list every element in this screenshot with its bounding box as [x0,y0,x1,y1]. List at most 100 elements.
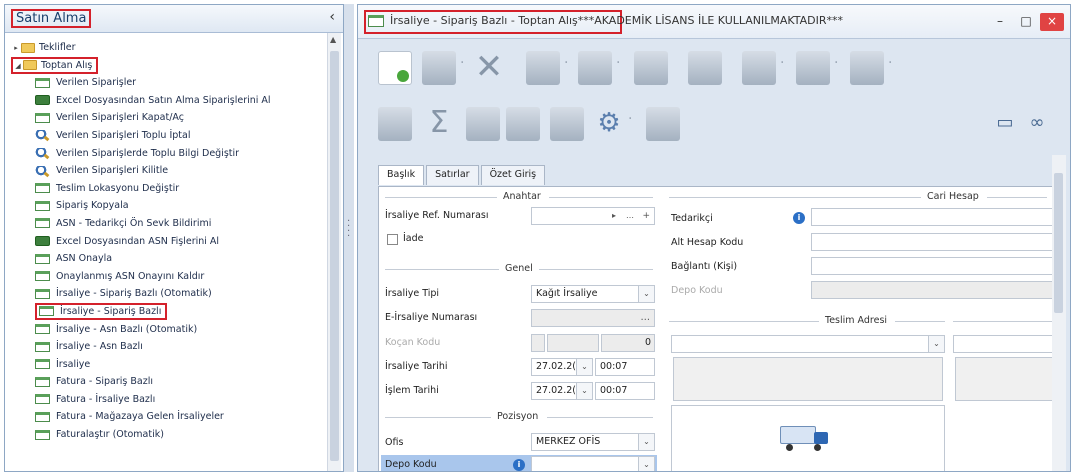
irsaliye-tarihi-date[interactable]: 27.02.2(⌄ [531,358,593,376]
collapse-panel-icon[interactable]: ‹ [329,9,335,25]
save-icon[interactable] [422,51,456,85]
islem-tarihi-time[interactable]: 00:07 [595,382,655,400]
tree-item[interactable]: İrsaliye [35,356,327,374]
panel-splitter[interactable]: · · · · [344,4,354,472]
kocan-seri-input[interactable] [531,334,545,352]
delete-icon[interactable]: ✕ [472,50,506,85]
tree-item-label: İrsaliye - Sipariş Bazlı [60,305,162,317]
tree-item[interactable]: İrsaliye - Sipariş Bazlı (Otomatik) [35,285,327,303]
tree-item[interactable]: Onaylanmış ASN Onayını Kaldır [35,268,327,286]
irsaliye-tarihi-time[interactable]: 00:07 [595,358,655,376]
grid-icon[interactable] [378,107,412,141]
dropdown-arrow-icon[interactable]: · [628,111,632,127]
settings-gear-icon[interactable]: ⚙ [592,107,626,141]
depo-kodu-right-input[interactable] [811,281,1057,299]
export-icon[interactable] [578,51,612,85]
dropdown-arrow-icon[interactable]: · [616,55,620,71]
islem-tarihi-date[interactable]: 27.02.2(⌄ [531,382,593,400]
tree-item[interactable]: Fatura - İrsaliye Bazlı [35,391,327,409]
dropdown-arrow-icon[interactable]: · [460,55,464,71]
second-address-select[interactable] [953,335,1057,353]
tree-node-toptan-alis[interactable]: ◢ Toptan Alış [11,56,327,75]
minimize-button[interactable]: – [988,13,1012,31]
e-irsaliye-input[interactable]: … [531,309,655,327]
close-button[interactable]: × [1040,13,1064,31]
info-icon[interactable]: i [793,212,805,224]
tree-item[interactable]: Verilen Siparişleri Kilitle [35,162,327,180]
dropdown-arrow-icon[interactable]: · [564,55,568,71]
iade-checkbox[interactable] [387,234,398,245]
panel-scrollbar[interactable]: ▲ [327,33,341,471]
tree-item[interactable]: Fatura - Sipariş Bazlı [35,373,327,391]
tedarikci-input[interactable] [811,208,1057,226]
calendar-dropdown-icon[interactable]: ⌄ [576,359,592,375]
tree-item[interactable]: Faturalaştır (Otomatik) [35,426,327,444]
second-address-text[interactable] [955,357,1057,401]
add-icon[interactable]: + [642,208,650,224]
alt-hesap-input[interactable] [811,233,1057,251]
report3-icon[interactable] [850,51,884,85]
tree-item[interactable]: Verilen Siparişleri Toplu İptal [35,127,327,145]
tree-item[interactable]: İrsaliye - Sipariş Bazlı [35,302,327,321]
info-icon[interactable]: i [513,459,525,471]
scrollbar-thumb[interactable] [1054,173,1063,313]
archive-icon[interactable] [506,107,540,141]
lookup-icon[interactable]: … [641,310,651,326]
teslim-adresi-text[interactable] [673,357,943,401]
dropdown-arrow-icon[interactable]: · [834,55,838,71]
teslim-adresi-select[interactable]: ⌄ [671,335,945,353]
print-icon[interactable] [526,51,560,85]
binoculars-icon[interactable]: ∞ [1020,107,1054,141]
ofis-select[interactable]: MERKEZ OFİS ⌄ [531,433,655,451]
kocan-no-input[interactable]: 0 [601,334,655,352]
scroll-up-icon[interactable]: ▲ [330,35,336,44]
home-icon[interactable] [466,107,500,141]
form-scrollbar[interactable] [1052,155,1066,471]
report-icon[interactable] [742,51,776,85]
dropdown-arrow-icon[interactable]: · [888,55,892,71]
pages-icon[interactable] [550,107,584,141]
calendar-dropdown-icon[interactable]: ⌄ [576,383,592,399]
panel-header: Satın Alma ‹ [5,5,343,33]
tree-item[interactable]: Verilen Siparişleri Kapat/Aç [35,109,327,127]
tree-item[interactable]: Verilen Siparişlerde Toplu Bilgi Değişti… [35,145,327,163]
lookup-icon[interactable]: … [626,208,634,224]
collapse-icon[interactable]: ◢ [13,59,23,73]
layout-icon[interactable]: ▭ [988,107,1022,141]
next-icon[interactable]: ▸ [612,208,616,224]
tree-item[interactable]: ASN - Tedarikçi Ön Sevk Bildirimi [35,215,327,233]
dropdown-arrow-icon[interactable]: ⌄ [928,336,944,352]
dropdown-arrow-icon[interactable]: ⌄ [638,434,654,450]
dropdown-arrow-icon[interactable]: · [780,55,784,71]
dropdown-arrow-icon[interactable]: ⌄ [638,286,654,302]
baglanti-input[interactable] [811,257,1057,275]
tree-item[interactable]: İrsaliye - Asn Bazlı [35,338,327,356]
report2-icon[interactable] [796,51,830,85]
kocan-kodu-input[interactable] [547,334,599,352]
tree-item[interactable]: Teslim Lokasyonu Değiştir [35,180,327,198]
refresh-icon[interactable] [646,107,680,141]
tree-item[interactable]: İrsaliye - Asn Bazlı (Otomatik) [35,321,327,339]
expand-icon[interactable]: ▸ [11,40,21,58]
tree-item[interactable]: Excel Dosyasından Satın Alma Siparişleri… [35,92,327,110]
scrollbar-thumb[interactable] [330,51,339,461]
irsaliye-ref-input[interactable]: ▸ … + [531,207,655,225]
tab-satirlar[interactable]: Satırlar [426,165,479,185]
tab-ozet-giris[interactable]: Özet Giriş [480,165,546,185]
tree-node-teklifler[interactable]: ▸ Teklifler [11,39,327,57]
irsaliye-tipi-select[interactable]: Kağıt İrsaliye ⌄ [531,285,655,303]
tree-item[interactable]: Sipariş Kopyala [35,197,327,215]
tab-baslik[interactable]: Başlık [378,165,425,185]
lock-icon[interactable] [688,51,722,85]
tree-item[interactable]: Fatura - Mağazaya Gelen İrsaliyeler [35,408,327,426]
maximize-button[interactable]: □ [1014,13,1038,31]
tree-item[interactable]: ASN Onayla [35,250,327,268]
depo-kodu-input[interactable]: ⌄ [531,456,655,471]
tree-item[interactable]: Excel Dosyasından ASN Fişlerini Al [35,233,327,251]
tree-item[interactable]: Verilen Siparişler [35,74,327,92]
dropdown-arrow-icon[interactable]: ⌄ [638,457,654,471]
new-document-icon[interactable] [378,51,412,85]
copy-icon[interactable] [634,51,668,85]
sum-icon[interactable]: Σ [422,107,456,141]
splitter-grip-icon[interactable]: · · · · [347,217,350,242]
